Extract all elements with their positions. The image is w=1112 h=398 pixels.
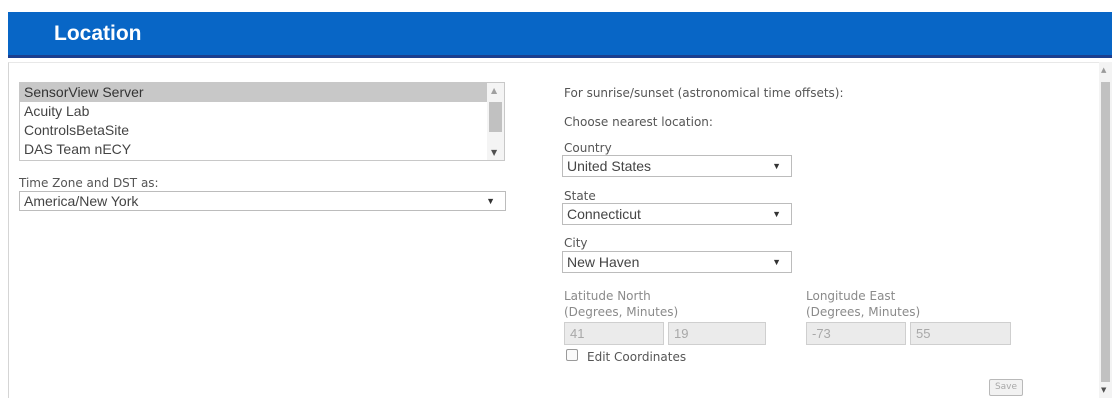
- server-list-item[interactable]: Acuity Lab: [20, 102, 488, 121]
- chevron-down-icon: ▼: [486, 196, 495, 206]
- save-button[interactable]: Save: [989, 379, 1023, 396]
- longitude-minutes-field[interactable]: 55: [910, 322, 1011, 345]
- page-title: Location: [54, 22, 142, 45]
- scroll-thumb[interactable]: [489, 102, 502, 132]
- country-select[interactable]: United States ▼: [562, 155, 792, 177]
- chevron-down-icon: ▼: [772, 257, 781, 267]
- server-listbox[interactable]: SensorView Server Acuity Lab ControlsBet…: [19, 82, 505, 161]
- city-label: City: [564, 236, 588, 250]
- server-list-item[interactable]: DAS Team nECY: [20, 140, 488, 159]
- chevron-down-icon: ▼: [772, 209, 781, 219]
- server-list-scrollbar[interactable]: ▲ ▼: [487, 83, 504, 160]
- page-scroll-thumb[interactable]: [1101, 82, 1110, 382]
- longitude-units-label: (Degrees, Minutes): [806, 305, 921, 319]
- server-list-item[interactable]: ControlsBetaSite: [20, 121, 488, 140]
- city-select[interactable]: New Haven ▼: [562, 251, 792, 273]
- country-value: United States: [567, 158, 652, 174]
- longitude-degrees-field[interactable]: -73: [806, 322, 906, 345]
- state-select[interactable]: Connecticut ▼: [562, 203, 792, 225]
- timezone-label: Time Zone and DST as:: [19, 176, 159, 190]
- longitude-label: Longitude East: [806, 289, 896, 303]
- timezone-select[interactable]: America/New York ▼: [19, 191, 506, 211]
- latitude-degrees-field[interactable]: 41: [564, 322, 664, 345]
- country-label: Country: [564, 141, 612, 155]
- scroll-down-arrow-icon[interactable]: ▼: [1101, 386, 1106, 394]
- timezone-value: America/New York: [24, 193, 139, 209]
- city-value: New Haven: [567, 254, 640, 270]
- edit-coordinates-checkbox[interactable]: [566, 349, 578, 361]
- chevron-down-icon: ▼: [772, 161, 781, 171]
- server-list-item[interactable]: SensorView Server: [20, 83, 488, 102]
- page-scrollbar[interactable]: ▲ ▼: [1099, 62, 1112, 398]
- latitude-units-label: (Degrees, Minutes): [564, 305, 679, 319]
- scroll-down-arrow-icon[interactable]: ▼: [491, 148, 497, 157]
- latitude-label: Latitude North: [564, 289, 651, 303]
- location-header: Location: [8, 12, 1112, 58]
- sun-intro-text: For sunrise/sunset (astronomical time of…: [564, 86, 844, 100]
- state-label: State: [564, 189, 596, 203]
- scroll-up-arrow-icon[interactable]: ▲: [491, 86, 497, 95]
- scroll-up-arrow-icon[interactable]: ▲: [1101, 66, 1106, 74]
- edit-coordinates-label: Edit Coordinates: [587, 350, 687, 364]
- latitude-minutes-field[interactable]: 19: [668, 322, 766, 345]
- state-value: Connecticut: [567, 206, 641, 222]
- choose-location-text: Choose nearest location:: [564, 115, 713, 129]
